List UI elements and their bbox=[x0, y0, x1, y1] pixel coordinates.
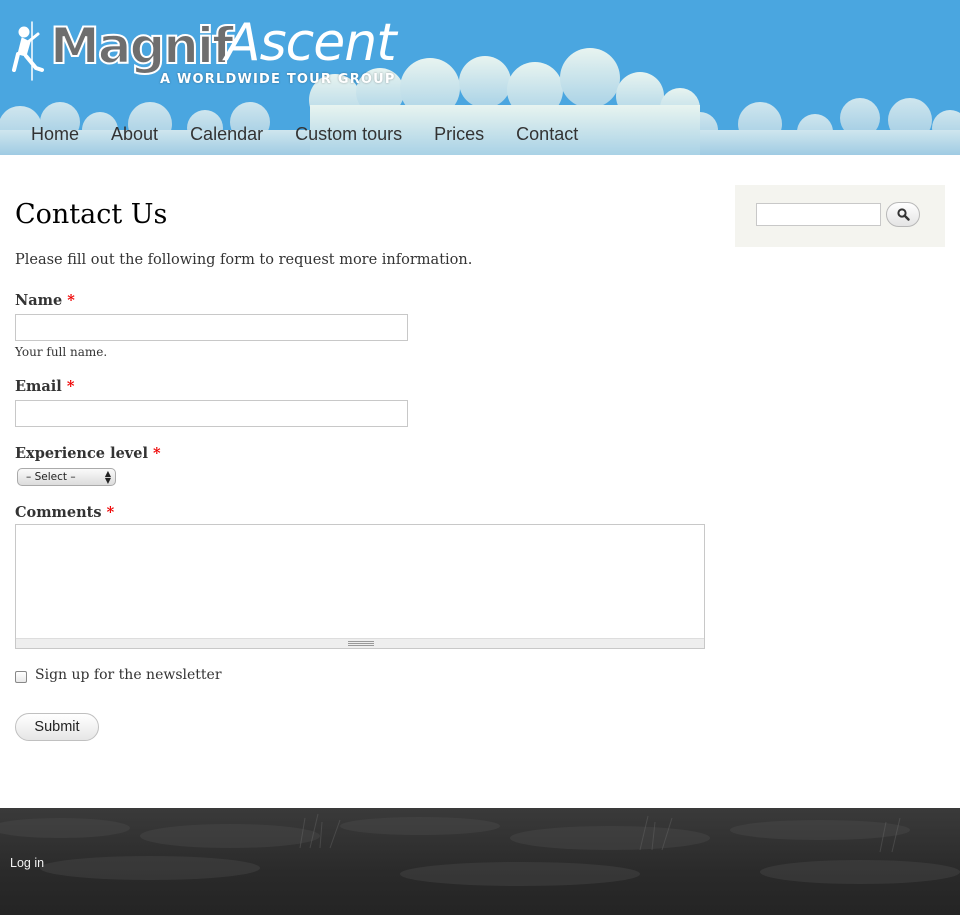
experience-label: Experience level * bbox=[15, 445, 161, 462]
climber-icon bbox=[12, 21, 44, 81]
required-marker: * bbox=[106, 504, 115, 521]
name-description: Your full name. bbox=[15, 345, 108, 359]
nav-item-calendar[interactable]: Calendar bbox=[174, 118, 279, 150]
experience-level-select[interactable]: – Select – ▲ ▼ bbox=[17, 468, 116, 486]
nav-item-home[interactable]: Home bbox=[15, 118, 95, 150]
experience-label-text: Experience level bbox=[15, 445, 148, 462]
site-header: Magnif Ascent A WORLDWIDE TOUR GROUP Hom… bbox=[0, 0, 960, 155]
email-field[interactable] bbox=[15, 400, 408, 427]
nav-item-prices[interactable]: Prices bbox=[418, 118, 500, 150]
nav-item-about[interactable]: About bbox=[95, 118, 174, 150]
select-arrows-icon: ▲ ▼ bbox=[104, 469, 111, 485]
submit-button[interactable]: Submit bbox=[15, 713, 99, 741]
name-label: Name * bbox=[15, 292, 75, 309]
comments-label: Comments * bbox=[15, 504, 114, 521]
experience-selected-value: – Select – bbox=[26, 471, 76, 483]
search-icon bbox=[897, 208, 910, 221]
intro-text: Please fill out the following form to re… bbox=[15, 252, 473, 268]
nav-item-custom-tours[interactable]: Custom tours bbox=[279, 118, 418, 150]
grip-icon bbox=[348, 641, 374, 646]
comments-field[interactable] bbox=[16, 525, 704, 638]
site-logo[interactable]: Magnif Ascent A WORLDWIDE TOUR GROUP bbox=[12, 13, 422, 94]
main-navigation: Home About Calendar Custom tours Prices … bbox=[15, 118, 594, 150]
logo-wordmark-secondary: Ascent bbox=[225, 13, 397, 73]
logo-wordmark-primary: Magnif bbox=[49, 16, 235, 76]
name-field[interactable] bbox=[15, 314, 408, 341]
logo-tagline: A WORLDWIDE TOUR GROUP bbox=[160, 72, 396, 87]
comments-textarea-wrapper bbox=[15, 524, 705, 649]
required-marker: * bbox=[67, 292, 75, 309]
nav-item-contact[interactable]: Contact bbox=[500, 118, 594, 150]
sidebar-search-block bbox=[735, 185, 945, 247]
page-title: Contact Us bbox=[15, 199, 168, 230]
newsletter-checkbox[interactable] bbox=[15, 671, 27, 683]
required-marker: * bbox=[66, 378, 75, 395]
comments-label-text: Comments bbox=[15, 504, 102, 521]
email-label-text: Email bbox=[15, 378, 62, 395]
search-input[interactable] bbox=[756, 203, 881, 226]
login-link[interactable]: Log in bbox=[10, 856, 44, 870]
site-footer: Log in bbox=[0, 808, 960, 915]
rock-texture-decoration bbox=[0, 813, 960, 886]
newsletter-label[interactable]: Sign up for the newsletter bbox=[35, 667, 222, 683]
textarea-resize-handle[interactable] bbox=[16, 638, 704, 648]
required-marker: * bbox=[153, 445, 161, 462]
name-label-text: Name bbox=[15, 292, 63, 309]
search-button[interactable] bbox=[886, 202, 920, 227]
email-label: Email * bbox=[15, 378, 74, 395]
